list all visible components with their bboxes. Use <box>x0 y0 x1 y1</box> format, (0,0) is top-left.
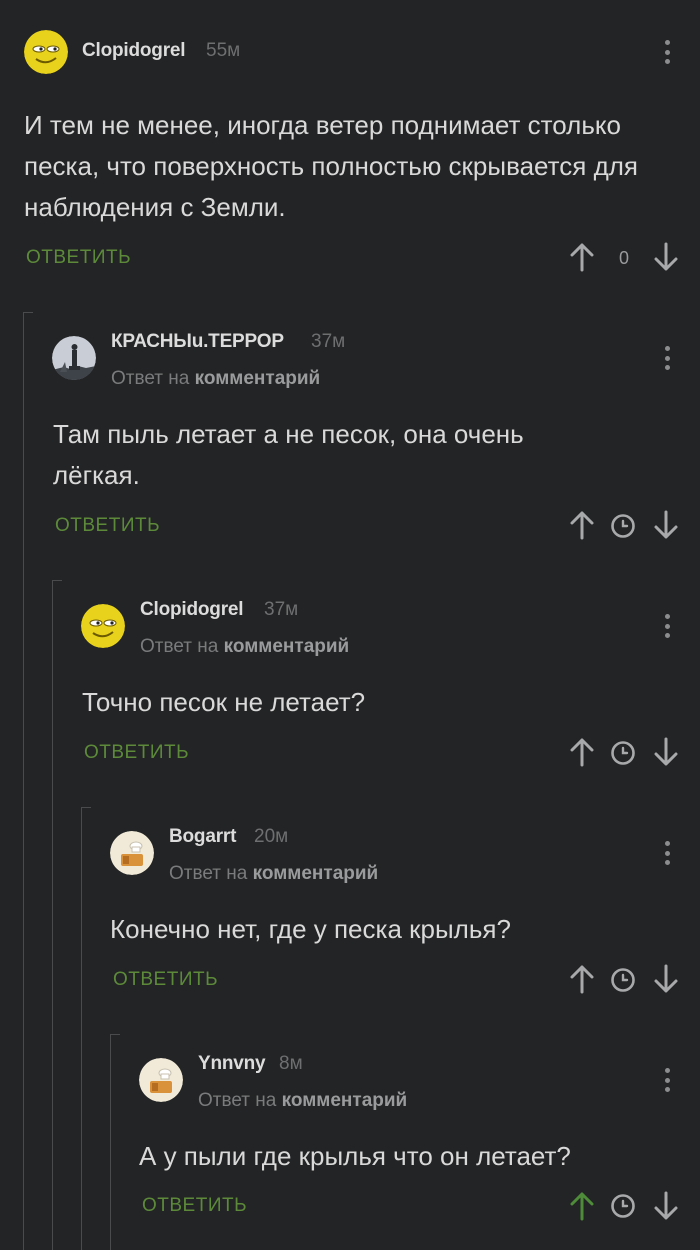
clock-icon[interactable] <box>610 967 636 993</box>
comment-author[interactable]: КРАСНЫu.ТЕРРОР <box>111 331 284 353</box>
reply-target-link[interactable]: комментарий <box>282 1090 408 1111</box>
reply-button[interactable]: ОТВЕТИТЬ <box>142 1195 247 1217</box>
upvote-arrow-icon[interactable] <box>569 737 595 767</box>
downvote-arrow-icon[interactable] <box>653 737 679 767</box>
thread-elbow <box>23 312 33 313</box>
downvote-arrow-icon[interactable] <box>653 510 679 540</box>
reply-button[interactable]: ОТВЕТИТЬ <box>113 969 218 991</box>
reply-target-link[interactable]: комментарий <box>224 636 350 657</box>
thread-line <box>52 580 53 1250</box>
reply-to-info: Ответ на комментарий <box>140 636 349 658</box>
reply-to-info: Ответ на комментарий <box>169 863 378 885</box>
upvote-arrow-icon[interactable] <box>569 964 595 994</box>
comment-author[interactable]: Clopidogrel <box>82 40 186 62</box>
comment-author[interactable]: Bogarrt <box>169 826 236 848</box>
comment-time: 37м <box>264 599 299 620</box>
comment-time: 8м <box>279 1053 303 1074</box>
upvote-arrow-icon[interactable] <box>569 242 595 272</box>
yellow-face-icon[interactable] <box>24 30 68 74</box>
reply-target-link[interactable]: комментарий <box>253 863 379 884</box>
reply-prefix: Ответ на <box>169 863 253 884</box>
thread-elbow <box>52 580 62 581</box>
clock-icon[interactable] <box>610 513 636 539</box>
thread-line <box>23 312 24 1250</box>
downvote-arrow-icon[interactable] <box>653 1191 679 1221</box>
vote-score: 0 <box>618 248 629 268</box>
comment-text: Точно песок не летает? <box>82 687 366 717</box>
upvote-arrow-icon[interactable] <box>569 1191 595 1221</box>
reply-button[interactable]: ОТВЕТИТЬ <box>26 247 131 269</box>
comment-text: Конечно нет, где у песка крылья? <box>110 914 511 944</box>
comment-text: А у пыли где крылья что он летает? <box>139 1141 571 1171</box>
comment-time: 20м <box>254 826 289 847</box>
chef-avatar-icon[interactable] <box>139 1058 183 1102</box>
comment-author[interactable]: Clopidogrel <box>140 599 244 621</box>
thread-line <box>81 807 82 1250</box>
chef-avatar-icon[interactable] <box>110 831 154 875</box>
more-options-icon[interactable] <box>657 838 677 868</box>
reply-prefix: Ответ на <box>198 1090 282 1111</box>
comment-author[interactable]: Ynnvny <box>198 1053 266 1075</box>
comment-time: 55м <box>206 40 241 61</box>
reply-to-info: Ответ на комментарий <box>198 1090 407 1112</box>
reply-prefix: Ответ на <box>140 636 224 657</box>
reply-target-link[interactable]: комментарий <box>195 368 321 389</box>
thread-elbow <box>110 1034 120 1035</box>
comment-text: И тем не менее, иногда ветер поднимает с… <box>24 110 638 222</box>
thread-line <box>110 1034 111 1250</box>
clock-icon[interactable] <box>610 1193 636 1219</box>
more-options-icon[interactable] <box>657 1065 677 1095</box>
more-options-icon[interactable] <box>657 343 677 373</box>
reply-to-info: Ответ на комментарий <box>111 368 320 390</box>
comment-time: 37м <box>311 331 346 352</box>
thread-elbow <box>81 807 91 808</box>
reply-prefix: Ответ на <box>111 368 195 389</box>
monument-photo-icon[interactable] <box>52 336 96 380</box>
upvote-arrow-icon[interactable] <box>569 510 595 540</box>
reply-button[interactable]: ОТВЕТИТЬ <box>84 742 189 764</box>
reply-button[interactable]: ОТВЕТИТЬ <box>55 515 160 537</box>
yellow-face-icon[interactable] <box>81 604 125 648</box>
comment-text: Там пыль летает а не песок, она очень лё… <box>53 419 524 490</box>
more-options-icon[interactable] <box>657 37 677 67</box>
more-options-icon[interactable] <box>657 611 677 641</box>
downvote-arrow-icon[interactable] <box>653 964 679 994</box>
downvote-arrow-icon[interactable] <box>653 242 679 272</box>
clock-icon[interactable] <box>610 740 636 766</box>
